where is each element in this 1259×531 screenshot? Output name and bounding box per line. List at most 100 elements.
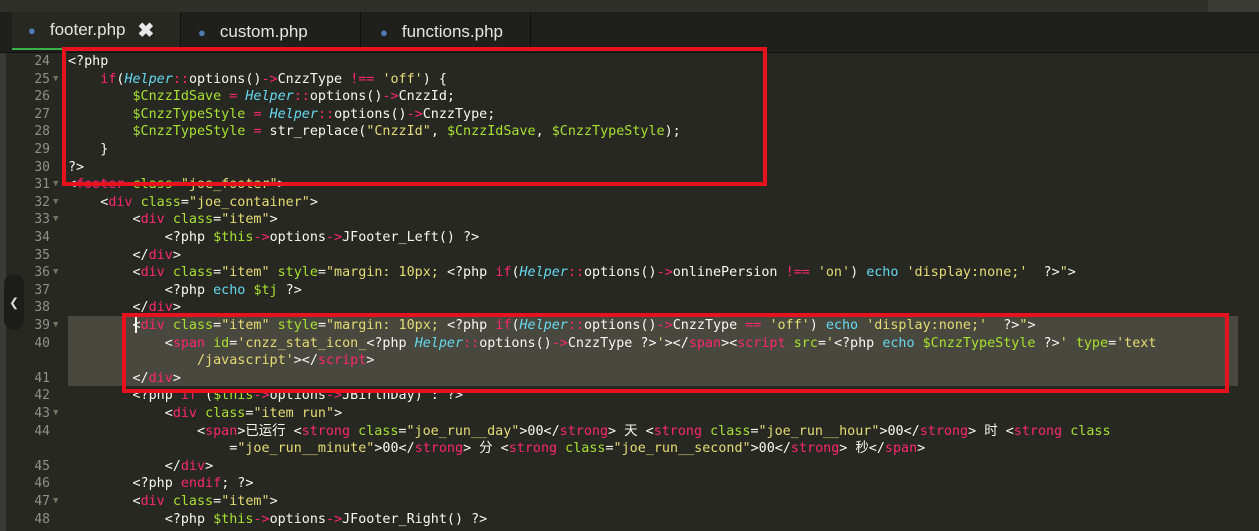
code-token: == <box>745 318 762 333</box>
close-tab-icon[interactable]: ✖ <box>137 18 154 43</box>
code-token: <?php <box>833 335 883 351</box>
side-panel-toggle[interactable]: ❮ <box>4 274 24 330</box>
code-line[interactable]: <div class="item"> <box>68 493 278 511</box>
code-token: div <box>148 300 173 316</box>
code-token: Helper <box>519 265 568 281</box>
code-token: echo <box>213 282 246 298</box>
code-token: = <box>253 106 262 122</box>
code-token: > <box>366 353 375 369</box>
code-token: ?> <box>1035 335 1060 351</box>
code-token: strong <box>919 423 969 439</box>
line-number: 24 <box>34 54 50 69</box>
code-token: CnzzId; <box>398 89 455 105</box>
code-token: div <box>148 247 173 263</box>
code-line[interactable]: ?> <box>68 159 84 177</box>
tab-label: functions.php <box>401 22 503 41</box>
code-token: > <box>309 194 318 210</box>
fold-arrow-icon[interactable]: ▼ <box>53 176 58 194</box>
code-line[interactable]: </div> <box>68 299 181 317</box>
code-line[interactable]: </div> <box>68 247 180 265</box>
code-token: options() <box>309 89 383 105</box>
code-line[interactable]: if(Helper::options()->CnzzType !== 'off'… <box>68 71 447 89</box>
fold-arrow-icon[interactable]: ▼ <box>53 71 58 89</box>
code-token: strong <box>301 423 351 439</box>
code-line[interactable]: </div> <box>68 458 213 476</box>
code-line[interactable]: <footer class="joe_footer"> <box>68 176 286 194</box>
line-number: 44 <box>34 423 50 439</box>
code-token: CnzzType <box>672 318 746 333</box>
code-token: < <box>68 406 173 421</box>
code-token: echo <box>882 335 915 351</box>
code-token: -> <box>551 335 568 351</box>
fold-arrow-icon[interactable]: ▼ <box>53 405 58 423</box>
code-token: <?php <box>68 511 214 527</box>
code-token: > <box>172 300 181 316</box>
code-token: src <box>793 335 818 351</box>
tab-footer-php[interactable]: ● footer.php ✖ <box>12 12 180 50</box>
code-line[interactable]: ="joe_run__minute">00</strong> 分 <strong… <box>68 440 925 458</box>
fold-arrow-icon[interactable]: ▼ <box>53 264 58 282</box>
code-line[interactable]: <div class="item run"> <box>68 405 342 423</box>
line-number: 35 <box>34 247 50 263</box>
code-line[interactable]: </div> <box>68 370 180 388</box>
code-token: $CnzzIdSave <box>132 89 222 105</box>
code-token: class <box>1070 423 1111 439</box>
tab-functions-php[interactable]: ● functions.php <box>360 12 530 52</box>
code-token: = <box>253 124 262 140</box>
tab-custom-php[interactable]: ● custom.php <box>180 12 360 52</box>
code-line[interactable]: <div class="joe_container"> <box>68 194 318 212</box>
fold-arrow-icon[interactable]: ▼ <box>53 493 58 511</box>
code-token: <?php <box>68 476 181 492</box>
code-editor[interactable]: 24 <?php 25 ▼ if(Helper::options()->CnzzTyp… <box>0 53 1259 531</box>
code-token: $CnzzTypeStyle <box>551 124 665 140</box>
code-token: >00</ <box>374 441 415 457</box>
fold-arrow-icon[interactable]: ▼ <box>53 211 58 229</box>
code-token: :: <box>293 89 310 105</box>
code-line[interactable]: <?php <box>68 53 108 71</box>
code-token: ' <box>1059 335 1068 351</box>
code-line[interactable]: } <box>68 141 108 159</box>
code-token: ; ?> <box>221 476 254 492</box>
code-token: CnzzType; <box>422 106 496 122</box>
code-token: div <box>140 494 165 509</box>
code-token: "joe_container" <box>188 194 310 210</box>
code-line[interactable]: <?php if ($this->options->JBirthDay) : ?… <box>68 387 463 405</box>
code-token: <?php <box>68 388 181 404</box>
code-line[interactable]: $CnzzIdSave = Helper::options()->CnzzId; <box>68 88 456 106</box>
code-token: -> <box>326 230 343 245</box>
fold-arrow-icon[interactable]: ▼ <box>53 194 58 212</box>
code-token: :: <box>463 335 480 351</box>
code-line[interactable]: <?php $this->options->JFooter_Left() ?> <box>68 229 479 247</box>
code-line[interactable]: <?php $this->options->JFooter_Right() ?> <box>68 511 488 529</box>
code-token: 'display:none;' <box>866 318 988 333</box>
tab-bar: ● footer.php ✖ ● custom.php ● functions.… <box>0 12 1259 53</box>
code-token: <?php <box>68 230 214 245</box>
code-line[interactable]: /javascript'></script> <box>68 352 374 370</box>
fold-arrow-icon[interactable]: ▼ <box>53 317 58 335</box>
line-number: 33 <box>34 212 50 228</box>
code-line[interactable]: $CnzzTypeStyle = Helper::options()->Cnzz… <box>68 106 496 124</box>
code-line[interactable]: <div class="item" style="margin: 10px; <… <box>68 317 1035 335</box>
code-line[interactable]: <div class="item"> <box>68 211 277 229</box>
code-token: ?> <box>1027 265 1060 281</box>
code-line[interactable]: $CnzzTypeStyle = str_replace("CnzzId", $… <box>68 123 681 141</box>
line-number: 27 <box>34 106 50 122</box>
code-line[interactable]: <span id='cnzz_stat_icon_<?php Helper::o… <box>68 335 1157 353</box>
line-number: 45 <box>34 458 50 474</box>
code-token: " <box>1059 265 1068 281</box>
code-line[interactable]: <div class="item" style="margin: 10px; <… <box>68 264 1075 282</box>
code-line[interactable]: <?php echo $tj ?> <box>68 282 302 300</box>
code-token: ) { <box>422 71 447 87</box>
code-token: "item run" <box>253 406 335 421</box>
code-token: if <box>180 388 197 404</box>
code-line[interactable]: <?php endif; ?> <box>68 475 253 493</box>
code-line[interactable]: <span>已运行 <strong class="joe_run__day">0… <box>68 423 1111 441</box>
code-token: > <box>269 494 278 509</box>
code-token: = <box>317 265 326 281</box>
code-token: ( <box>197 388 214 404</box>
code-token: $this <box>213 511 254 527</box>
